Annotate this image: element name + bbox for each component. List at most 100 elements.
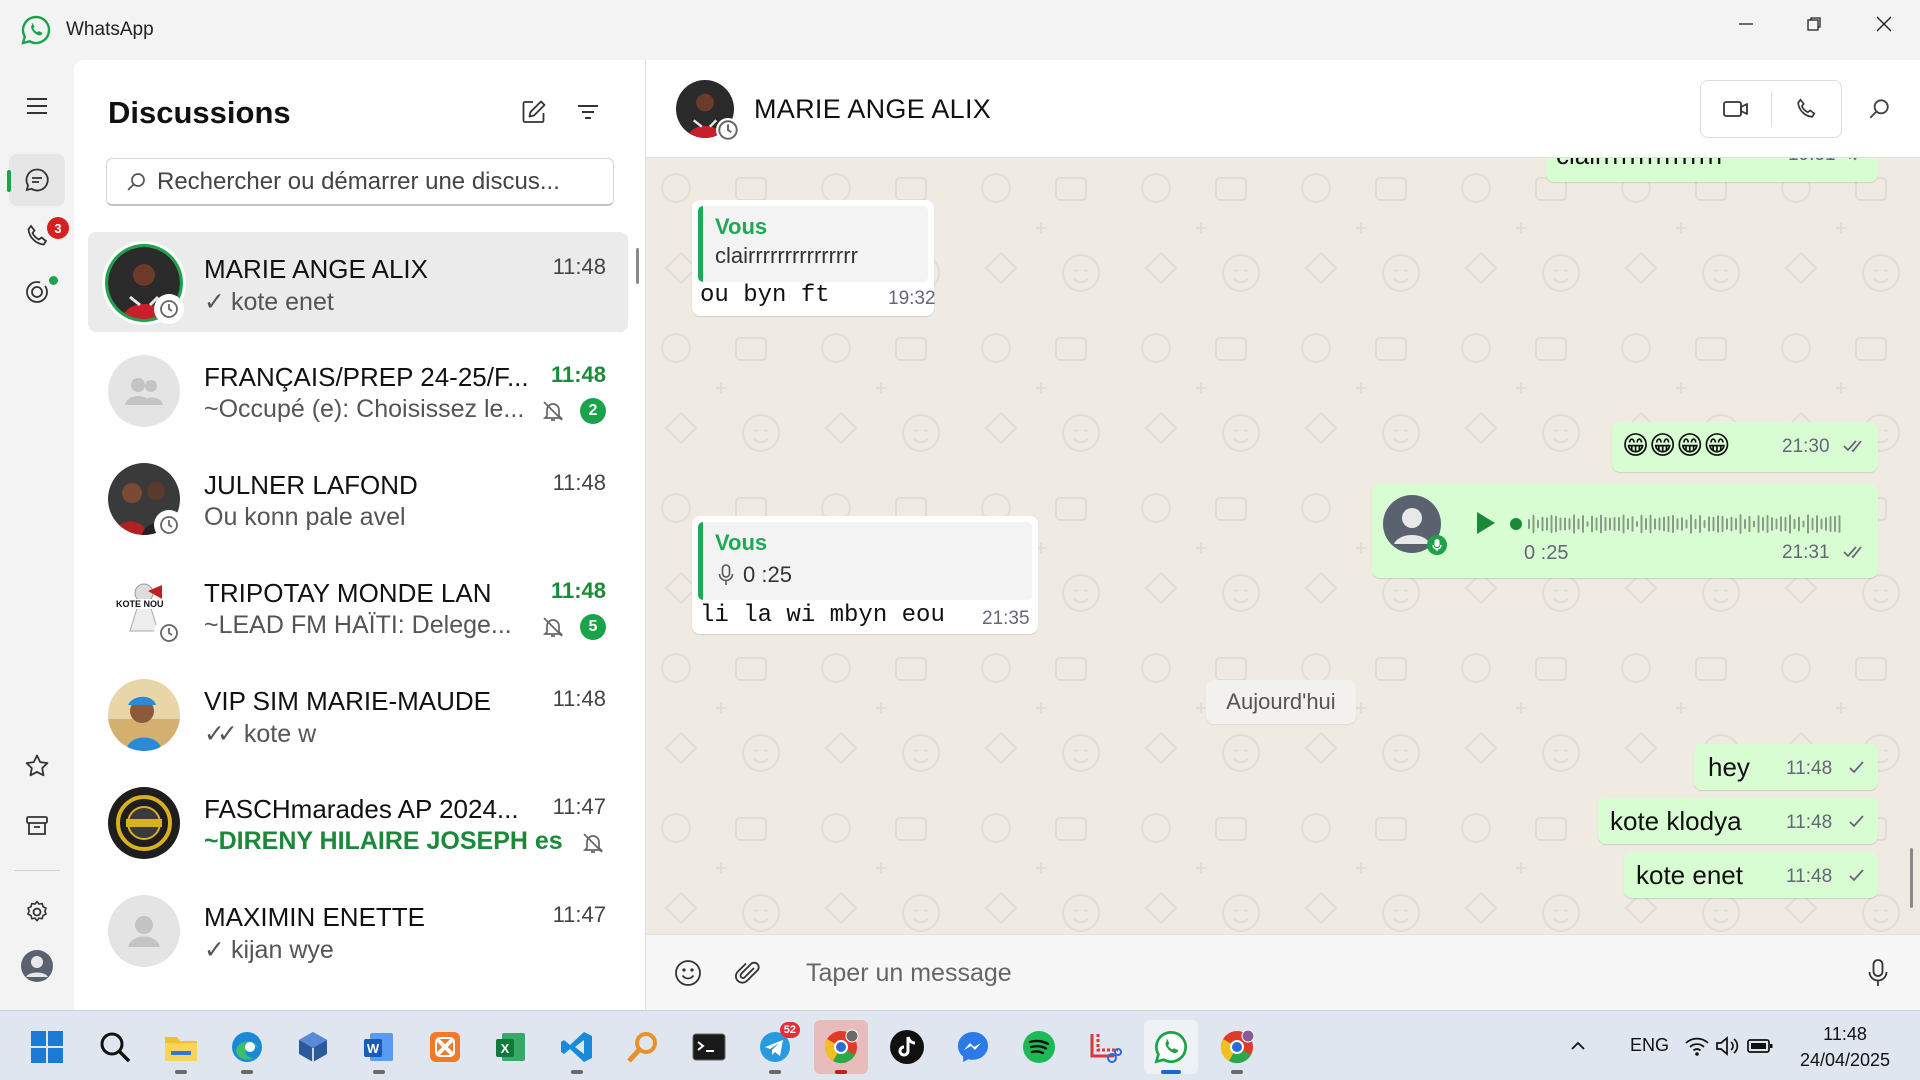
play-button[interactable] xyxy=(1470,508,1500,538)
chat-row-maximin-enette[interactable]: MAXIMIN ENETTE 11:47 ✓ kijan wye xyxy=(88,880,628,980)
settings-nav-button[interactable] xyxy=(9,886,65,938)
message-outgoing[interactable]: 😁😁😁😁 21:30 xyxy=(1612,422,1878,472)
message-incoming[interactable]: Vous clairrrrrrrrrrrrrrr ou byn ft 19:32 xyxy=(692,200,936,316)
waveform-bar xyxy=(1694,518,1697,530)
paperclip-icon xyxy=(735,961,760,984)
waveform-bar xyxy=(1595,517,1598,531)
tiktok-app[interactable] xyxy=(880,1020,934,1074)
chat-row-tripotay-monde-lan[interactable]: KOTE NOU TRIPOTAY MONDE LAN 11:48 ~LEAD … xyxy=(88,556,628,656)
contact-name[interactable]: MARIE ANGE ALIX xyxy=(754,94,991,125)
audio-waveform[interactable] xyxy=(1510,508,1850,540)
archived-nav-button[interactable] xyxy=(9,800,65,852)
clock-date: 24/04/2025 xyxy=(1799,1050,1891,1070)
restore-button[interactable] xyxy=(1780,0,1848,48)
waveform-bar xyxy=(1690,514,1692,534)
chat-row-julner-lafond[interactable]: JULNER LAFOND 11:48 Ou konn pale avel xyxy=(88,448,628,548)
message-input[interactable] xyxy=(806,951,1806,995)
microphone-icon xyxy=(1868,959,1888,986)
whatsapp-app[interactable] xyxy=(1144,1020,1198,1074)
voice-record-button[interactable] xyxy=(1858,953,1898,993)
excel-app[interactable]: X xyxy=(484,1020,538,1074)
voice-message[interactable]: 0 :25 21:31 xyxy=(1372,484,1878,578)
chat-row-francais-prep[interactable]: FRANÇAIS/PREP 24-25/F... 11:48 ~Occupé (… xyxy=(88,340,628,440)
language-indicator[interactable]: ENG xyxy=(1630,1035,1669,1056)
virtualbox-app[interactable] xyxy=(286,1020,340,1074)
message-text: li la wi mbyn eou xyxy=(700,602,945,629)
message-outgoing[interactable]: kote enet 11:48 xyxy=(1624,852,1878,898)
clock[interactable]: 11:48 24/04/2025 xyxy=(1780,1021,1910,1073)
chat-row-faschmarades[interactable]: FASCHmarades AP 2024... 11:47 ~DIRENY HI… xyxy=(88,772,628,872)
edge-app[interactable] xyxy=(220,1020,274,1074)
playback-position-dot[interactable] xyxy=(1510,518,1522,530)
close-icon xyxy=(1876,16,1892,32)
single-check-icon xyxy=(1849,761,1864,774)
waveform-bar xyxy=(1721,515,1724,533)
battery-icon[interactable] xyxy=(1746,1037,1774,1055)
search-in-chat-button[interactable] xyxy=(1862,92,1896,126)
menu-button[interactable] xyxy=(9,80,65,132)
default-avatar xyxy=(108,895,180,967)
list-scrollbar[interactable] xyxy=(636,248,639,284)
star-icon xyxy=(25,754,49,777)
status-nav-button[interactable] xyxy=(9,266,65,318)
quote-text: 0 :25 xyxy=(743,562,792,587)
message-outgoing[interactable]: kote klodya 11:48 xyxy=(1598,798,1878,844)
file-explorer-app[interactable] xyxy=(154,1020,208,1074)
quoted-message[interactable]: Vous 0 :25 xyxy=(698,522,1032,600)
start-button[interactable] xyxy=(20,1020,74,1074)
terminal-app[interactable] xyxy=(682,1020,736,1074)
vscode-app[interactable] xyxy=(550,1020,604,1074)
message-incoming[interactable]: Vous 0 :25 li la wi mbyn eou 21:35 xyxy=(692,516,1038,634)
spotify-app[interactable] xyxy=(1012,1020,1066,1074)
filter-button[interactable] xyxy=(564,88,612,136)
messenger-app[interactable] xyxy=(946,1020,1000,1074)
chrome-app[interactable] xyxy=(814,1020,868,1074)
muted-bell-icon xyxy=(582,833,604,853)
message-scrollbar[interactable] xyxy=(1910,848,1913,908)
status-indicator-icon xyxy=(716,118,740,142)
waveform-bar xyxy=(1834,516,1836,532)
calls-nav-button[interactable]: 3 xyxy=(9,210,69,262)
waveform-bar xyxy=(1622,514,1625,534)
chrome-profile-app[interactable] xyxy=(1210,1020,1264,1074)
video-call-button[interactable] xyxy=(1701,81,1771,137)
svg-text:W: W xyxy=(367,1041,380,1056)
chat-time: 11:48 xyxy=(552,686,606,711)
word-app[interactable]: W xyxy=(352,1020,406,1074)
waveform-bar xyxy=(1537,519,1539,529)
chat-time: 11:47 xyxy=(552,902,606,927)
volume-icon[interactable] xyxy=(1714,1035,1740,1057)
waveform-bar xyxy=(1649,514,1652,534)
xampp-app[interactable] xyxy=(418,1020,472,1074)
edge-icon xyxy=(232,1032,262,1062)
close-button[interactable] xyxy=(1850,0,1918,48)
emoji-button[interactable] xyxy=(668,953,708,993)
telegram-app[interactable]: 52 xyxy=(748,1020,802,1074)
chats-nav-button[interactable] xyxy=(7,154,65,206)
taskbar-search[interactable] xyxy=(88,1020,142,1074)
quoted-message[interactable]: Vous clairrrrrrrrrrrrrrr xyxy=(698,206,928,282)
search-tool-app[interactable] xyxy=(616,1020,670,1074)
search-input[interactable] xyxy=(157,167,597,196)
new-chat-button[interactable] xyxy=(510,88,558,136)
starred-nav-button[interactable] xyxy=(9,740,65,792)
excel-icon: X xyxy=(496,1033,525,1061)
snipping-tool-app[interactable] xyxy=(1078,1020,1132,1074)
minimize-button[interactable] xyxy=(1712,0,1780,48)
profile-nav-button[interactable] xyxy=(9,940,65,992)
message-outgoing[interactable]: clairrrrrrrrrrrrrrr 19:31 xyxy=(1546,158,1878,182)
message-outgoing[interactable]: hey 11:48 xyxy=(1694,744,1878,790)
search-box[interactable] xyxy=(106,158,614,206)
wifi-icon[interactable] xyxy=(1684,1035,1710,1057)
message-text: hey xyxy=(1708,752,1750,782)
chevron-up-icon[interactable] xyxy=(1568,1036,1588,1056)
chat-name: MAXIMIN ENETTE xyxy=(204,902,426,932)
chat-row-marie-ange-alix[interactable]: MARIE ANGE ALIX 11:48 ✓ kote enet xyxy=(88,232,628,332)
voice-call-button[interactable] xyxy=(1772,81,1842,137)
attach-button[interactable] xyxy=(728,953,768,993)
chat-preview: ~Occupé (e): Choisissez le... xyxy=(204,395,525,423)
chat-row-vip-sim-marie-maude[interactable]: VIP SIM MARIE-MAUDE 11:48 ✓✓ kote w xyxy=(88,664,628,764)
telegram-badge: 52 xyxy=(779,1022,800,1038)
quote-author: Vous xyxy=(715,214,768,239)
message-time: 19:32 xyxy=(888,288,936,309)
